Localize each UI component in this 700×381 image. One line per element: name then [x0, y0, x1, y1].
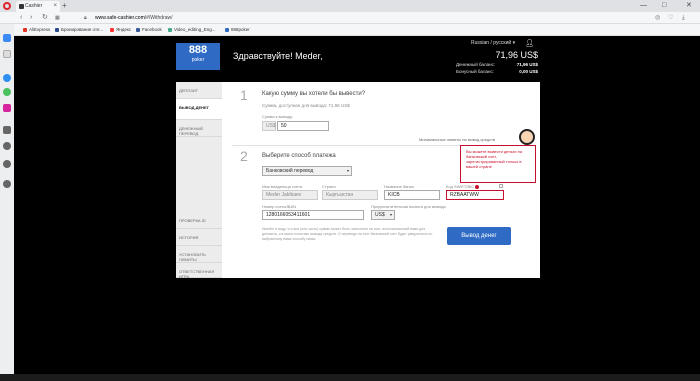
browser-sidebar — [0, 24, 14, 381]
nav-deposit[interactable]: ДЕПОЗИТ — [176, 82, 222, 99]
user-icon[interactable]: 👤︎ — [525, 39, 534, 47]
nav-id-verification[interactable]: ПРОВЕРКА ID — [176, 212, 222, 229]
instagram-icon[interactable] — [3, 104, 11, 112]
close-tab-icon[interactable]: × — [53, 1, 57, 12]
account-input[interactable]: 1280166053411601 — [262, 210, 364, 220]
bank-name-input[interactable]: KICB — [384, 190, 440, 200]
nav-transfer[interactable]: ДЕНЕЖНЫЙ ПЕРЕВОД — [176, 120, 222, 137]
total-balance: 71,96 US$ — [495, 50, 538, 60]
country-input: Кыргызстан — [322, 190, 378, 200]
preferred-currency-label: Предпочитительная валюта для вывода — [371, 204, 446, 209]
currency-select[interactable]: US$ ▾ — [371, 210, 395, 220]
bookmarks-bar: AliExpress Бронирование оте... Яндекс Fa… — [0, 24, 700, 36]
step-1-heading: Какую сумму вы хотели бы вывести? — [262, 91, 366, 97]
disclaimer-text: Имейте в виду, что вся (или часть) суммы… — [262, 227, 433, 241]
greeting: Здравствуйте! Meder, — [233, 51, 323, 61]
forward-icon[interactable]: › — [30, 12, 32, 24]
send-icon[interactable] — [3, 126, 11, 134]
bookmark-video-editing[interactable]: Video_editing_Eng... — [168, 26, 215, 34]
speed-dial-icon[interactable]: ▦ — [55, 12, 60, 24]
bic-label: Код SWIFT/BIC — [446, 184, 475, 189]
reload-icon[interactable]: ↻ — [42, 12, 48, 24]
browser-tab[interactable]: Cashier × — [16, 1, 60, 12]
step-2-number: 2 — [240, 148, 248, 164]
browser-tab-bar: Cashier × + — □ ✕ — [0, 0, 700, 12]
opera-logo-icon[interactable] — [3, 2, 11, 10]
bookmark-aliexpress[interactable]: AliExpress — [23, 26, 50, 34]
settings-icon[interactable] — [3, 180, 11, 188]
bookmark-facebook[interactable]: Facebook — [136, 26, 162, 34]
vk-icon[interactable] — [3, 34, 11, 42]
bic-input[interactable]: RZBAATWW — [446, 190, 504, 200]
back-icon[interactable]: ‹ — [20, 12, 22, 24]
info-icon[interactable] — [499, 184, 503, 188]
bank-name-label: Название банка — [384, 184, 414, 189]
support-agent-avatar[interactable] — [519, 129, 535, 145]
step-2-heading: Выберите способ платежа — [262, 153, 336, 159]
history-icon[interactable] — [3, 142, 11, 150]
download-icon[interactable]: ⤓ — [682, 12, 685, 24]
chevron-down-icon: ▾ — [346, 168, 349, 173]
cash-balance: Денежный баланс: 71,96 US$ — [456, 62, 538, 67]
amount-label: Сумма к выводу: — [262, 114, 294, 119]
address-bar: ‹ › ↻ ▦ 🔒︎ www.safe-cashier.com/#/Withdr… — [0, 12, 700, 24]
speed-dial-icon[interactable] — [3, 50, 11, 58]
888poker-logo[interactable]: 888 poker — [176, 43, 220, 70]
nav-history[interactable]: ИСТОРИЯ — [176, 229, 222, 246]
minimum-limits-link[interactable]: Минимальные лимиты на вывод средств — [419, 137, 495, 142]
url-field[interactable]: www.safe-cashier.com/#/Withdraw/ — [95, 14, 173, 22]
taskbar — [0, 374, 700, 381]
bookmark-yandex[interactable]: Яндекс — [110, 26, 131, 34]
whatsapp-icon[interactable] — [3, 88, 11, 96]
nav-limits[interactable]: УСТАНОВИТЬ ЛИМИТЫ — [176, 246, 222, 263]
available-amount: Сумма, доступная для вывода: 71,96 US$ — [262, 103, 350, 108]
nav-withdraw[interactable]: ВЫВОД ДЕНЕГ — [176, 99, 222, 120]
bookmark-booking[interactable]: Бронирование оте... — [55, 26, 103, 34]
bonus-balance: Бонусный баланс: 0,00 US$ — [456, 69, 538, 74]
close-window-button[interactable]: ✕ — [686, 0, 692, 12]
owner-input: Meder Jakibaev — [262, 190, 318, 200]
amount-currency: US$ — [262, 121, 276, 131]
bookmark-888poker[interactable]: 888poker — [225, 26, 250, 34]
clock-icon[interactable] — [3, 160, 11, 168]
lock-icon: 🔒︎ — [84, 15, 87, 21]
cashier-favicon-icon — [19, 4, 24, 9]
country-label: Страна — [322, 184, 336, 189]
camera-icon[interactable]: ◎ — [655, 12, 660, 24]
tab-title: Cashier — [25, 3, 43, 9]
owner-label: Имя владельца счета — [262, 184, 303, 189]
heart-icon[interactable]: ♡ — [668, 12, 673, 24]
withdraw-button[interactable]: Вывод денег — [447, 227, 511, 245]
new-tab-button[interactable]: + — [62, 0, 67, 12]
language-selector[interactable]: Russian / русский ▾ — [471, 40, 515, 46]
minimize-button[interactable]: — — [640, 0, 647, 12]
amount-input[interactable]: 50 — [277, 121, 329, 131]
nav-responsible-gaming[interactable]: ОТВЕТСТВЕННАЯ ИГРА — [176, 263, 222, 279]
bank-tooltip: Вы можете вывести деньги на банковский с… — [460, 145, 536, 183]
chevron-down-icon: ▾ — [389, 212, 392, 217]
error-icon — [475, 185, 479, 189]
messenger-icon[interactable] — [3, 74, 11, 82]
chevron-down-icon: ▾ — [512, 40, 516, 46]
maximize-button[interactable]: □ — [662, 0, 666, 12]
account-label: Номер счета/IBAN — [262, 204, 297, 209]
payment-method-select[interactable]: Банковский перевод ▾ — [262, 166, 352, 176]
step-1-number: 1 — [240, 87, 248, 103]
